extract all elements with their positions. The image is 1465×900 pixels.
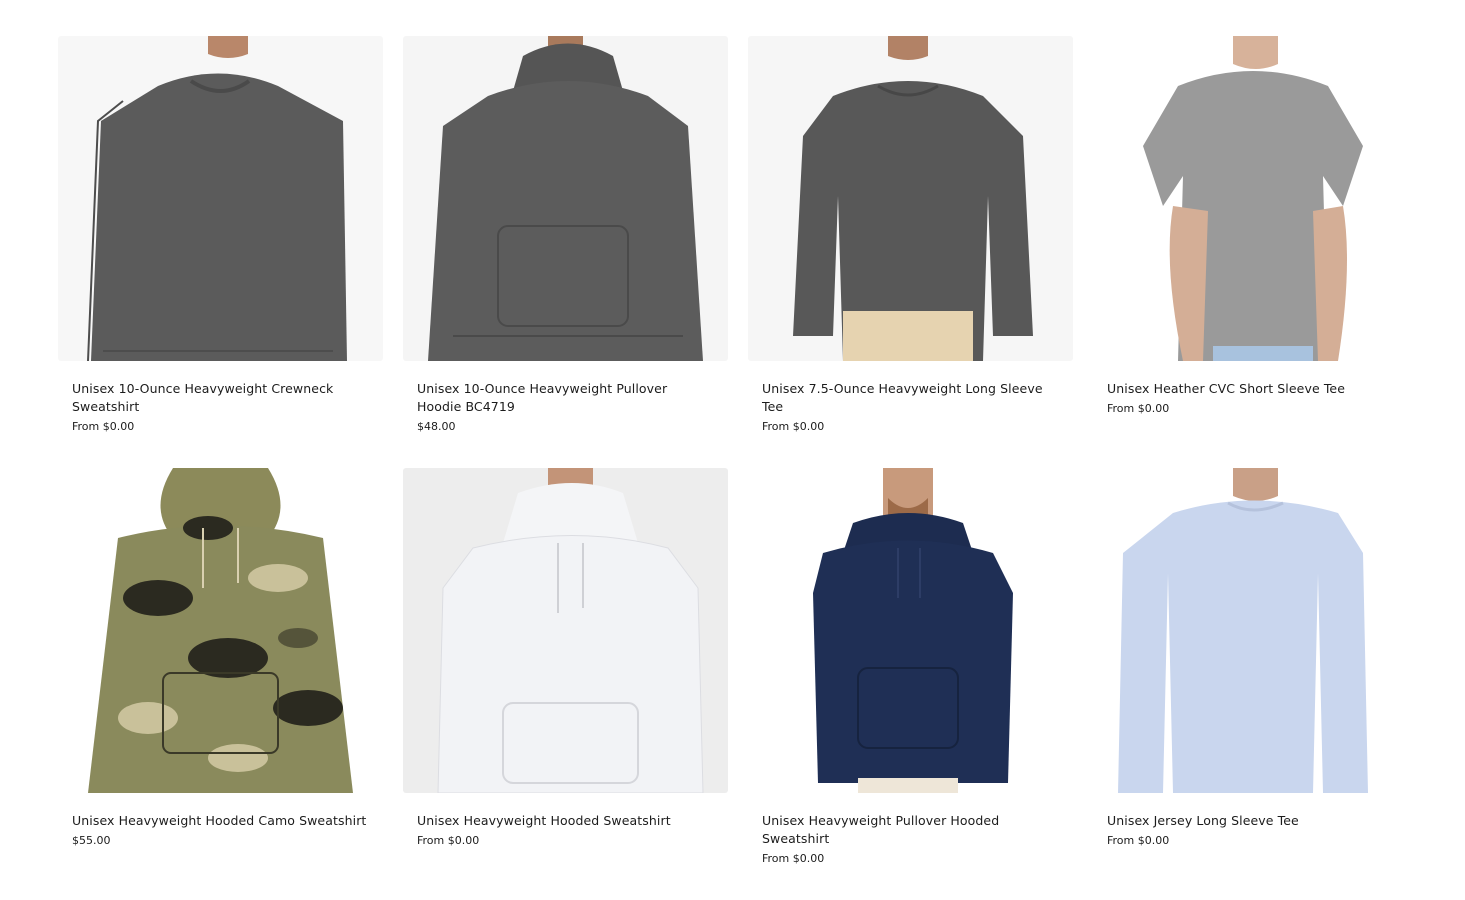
product-image[interactable] bbox=[403, 468, 728, 793]
product-card[interactable]: Unisex 10-Ounce Heavyweight Crewneck Swe… bbox=[58, 36, 383, 468]
product-price: From $0.00 bbox=[72, 420, 135, 433]
product-card[interactable]: Unisex Heavyweight Hooded Sweatshirt Fro… bbox=[403, 468, 728, 900]
product-title-link[interactable]: Unisex Heavyweight Hooded Sweatshirt bbox=[417, 812, 714, 830]
product-card[interactable]: Unisex Heavyweight Hooded Camo Sweatshir… bbox=[58, 468, 383, 900]
product-title-link[interactable]: Unisex 10-Ounce Heavyweight Pullover Hoo… bbox=[417, 380, 714, 416]
product-price: From $0.00 bbox=[1107, 402, 1170, 415]
product-card[interactable]: Unisex Heather CVC Short Sleeve Tee From… bbox=[1093, 36, 1418, 468]
product-card[interactable]: Unisex Heavyweight Pullover Hooded Sweat… bbox=[748, 468, 1073, 900]
product-price: $48.00 bbox=[417, 420, 456, 433]
product-image[interactable] bbox=[748, 468, 1073, 793]
product-image[interactable] bbox=[748, 36, 1073, 361]
product-image[interactable] bbox=[403, 36, 728, 361]
product-image[interactable] bbox=[1093, 36, 1418, 361]
product-price: From $0.00 bbox=[1107, 834, 1170, 847]
product-title-link[interactable]: Unisex Heavyweight Hooded Camo Sweatshir… bbox=[72, 812, 369, 830]
product-image[interactable] bbox=[58, 468, 383, 793]
product-price: From $0.00 bbox=[762, 852, 825, 865]
product-card[interactable]: Unisex Jersey Long Sleeve Tee From $0.00 bbox=[1093, 468, 1418, 900]
product-card[interactable]: Unisex 7.5-Ounce Heavyweight Long Sleeve… bbox=[748, 36, 1073, 468]
product-image[interactable] bbox=[1093, 468, 1418, 793]
product-price: $55.00 bbox=[72, 834, 111, 847]
product-price: From $0.00 bbox=[762, 420, 825, 433]
product-card[interactable]: Unisex 10-Ounce Heavyweight Pullover Hoo… bbox=[403, 36, 728, 468]
product-title-link[interactable]: Unisex 10-Ounce Heavyweight Crewneck Swe… bbox=[72, 380, 369, 416]
product-image[interactable] bbox=[58, 36, 383, 361]
product-title-link[interactable]: Unisex 7.5-Ounce Heavyweight Long Sleeve… bbox=[762, 380, 1059, 416]
product-title-link[interactable]: Unisex Heather CVC Short Sleeve Tee bbox=[1107, 380, 1404, 398]
product-grid: Unisex 10-Ounce Heavyweight Crewneck Swe… bbox=[58, 36, 1418, 900]
product-title-link[interactable]: Unisex Heavyweight Pullover Hooded Sweat… bbox=[762, 812, 1059, 848]
product-price: From $0.00 bbox=[417, 834, 480, 847]
product-title-link[interactable]: Unisex Jersey Long Sleeve Tee bbox=[1107, 812, 1404, 830]
